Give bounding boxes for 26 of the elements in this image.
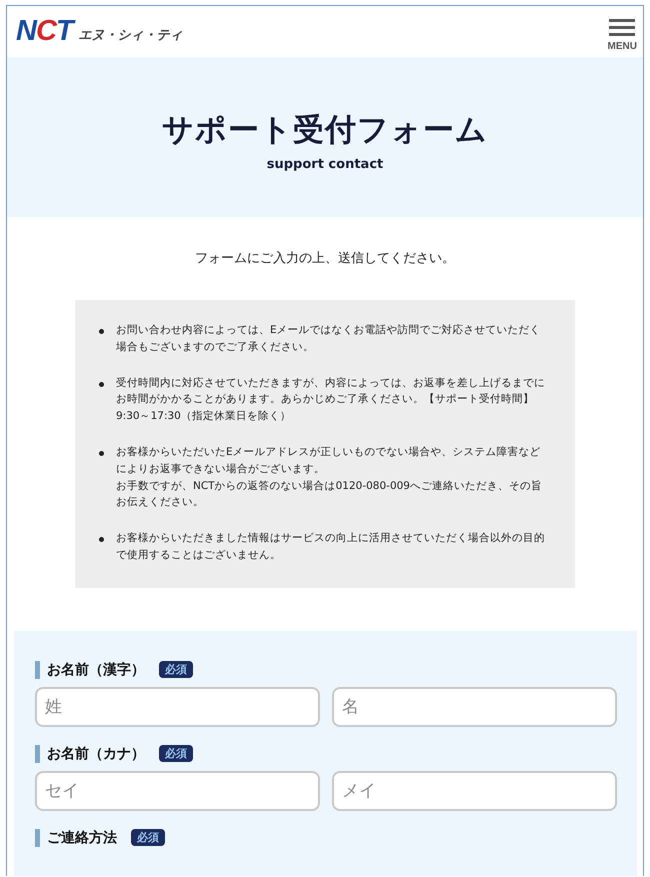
page-subtitle: support contact (266, 156, 384, 172)
notice-text: 受付時間内に対応させていただきますが、内容によっては、お返事を差し上げるまでにお時間がかかることがあります。あらかじめご了承ください。【サポート受付時間】9:30～17:30（指定休業日を除く） (116, 376, 546, 424)
text-input[interactable]: 姓 (35, 686, 320, 727)
notice-text: お客様からいただきました情報はサービスの向上に活用させていただく場合以外の目的で使用することはございません。 (116, 531, 546, 563)
required-badge: 必須 (159, 745, 193, 762)
notice-text: お客様からいただいたEメールアドレスが正しいものでない場合や、システム障害などによりお返事できない場合がございます。 (116, 444, 542, 477)
field-label: お名前（カナ） (35, 744, 145, 763)
text-input[interactable]: メイ (332, 770, 617, 811)
field-label: ご連絡方法 (35, 828, 117, 847)
text-input[interactable]: 名 (332, 686, 617, 727)
bullet-icon (99, 537, 104, 542)
bullet-icon (99, 450, 104, 456)
menu-button[interactable]: MENU (608, 19, 637, 52)
intro-text: フォームにご入力の上、送信してください。 (194, 250, 456, 267)
menu-icon (609, 19, 636, 37)
notice-text: お手数ですが、NCTからの返答のない場合は0120-080-009へご連絡いただき、その旨お伝えください。 (116, 478, 543, 510)
logo-kana: エヌ・シィ・ティ (78, 27, 183, 44)
field-label: お名前（漢字） (35, 660, 145, 679)
required-badge: 必須 (131, 829, 165, 846)
notice-text: お問い合わせ内容によっては、Eメールではなくお電話や訪問でご対応させていただく場合もございますのでご了承ください。 (116, 323, 542, 355)
bullet-icon (99, 329, 104, 334)
bullet-icon (99, 382, 104, 387)
page-title: サポート受付フォーム (162, 110, 488, 150)
required-badge: 必須 (159, 661, 193, 678)
logo-wordmark[interactable]: NCT (16, 17, 73, 46)
text-input[interactable]: セイ (35, 770, 320, 811)
